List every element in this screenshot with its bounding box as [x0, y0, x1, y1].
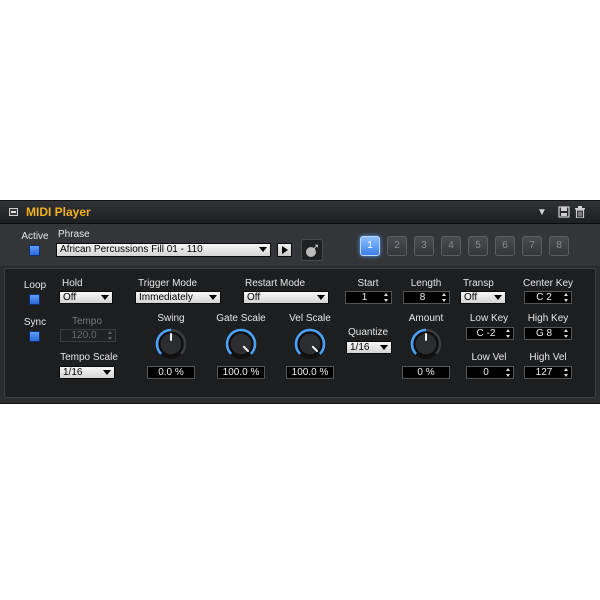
- loop-label: Loop: [23, 280, 47, 291]
- panel-title: MIDI Player: [26, 205, 91, 219]
- quantize-dropdown[interactable]: 1/16: [346, 341, 392, 354]
- trigger-mode-dropdown[interactable]: Immediately: [135, 291, 221, 304]
- slot-button-4[interactable]: 4: [441, 236, 461, 256]
- stepper-arrows-icon: [564, 368, 569, 377]
- chevron-down-icon: [380, 345, 388, 350]
- low-key-value: C -2: [476, 328, 496, 339]
- low-vel-value: 0: [483, 367, 489, 378]
- low-vel-label: Low Vel: [471, 352, 507, 363]
- high-key-value: G 8: [535, 328, 553, 339]
- quantize-label: Quantize: [347, 327, 389, 338]
- stepper-arrows-icon: [506, 329, 511, 338]
- chevron-down-icon: [103, 370, 111, 375]
- stepper-arrows-icon: [564, 293, 569, 302]
- menu-dropdown-icon[interactable]: ▼: [537, 207, 547, 218]
- sync-label: Sync: [23, 317, 47, 328]
- phrase-label: Phrase: [58, 229, 90, 240]
- stepper-arrows-icon: [108, 331, 113, 340]
- chevron-down-icon: [259, 247, 267, 252]
- gate-scale-label: Gate Scale: [216, 313, 266, 324]
- restart-mode-dropdown[interactable]: Off: [243, 291, 329, 304]
- arrow-icon: ↗: [311, 242, 319, 252]
- slot-button-3[interactable]: 3: [414, 236, 434, 256]
- center-key-stepper[interactable]: C 2: [524, 291, 572, 304]
- stepper-arrows-icon: [384, 293, 389, 302]
- transp-dropdown[interactable]: Off: [460, 291, 506, 304]
- length-stepper[interactable]: 8: [403, 291, 450, 304]
- gate-scale-knob[interactable]: [225, 328, 257, 360]
- slot-button-5[interactable]: 5: [468, 236, 488, 256]
- slot-button-1[interactable]: 1: [360, 236, 380, 256]
- amount-label: Amount: [408, 313, 444, 324]
- slot-button-6[interactable]: 6: [495, 236, 515, 256]
- title-bar: MIDI Player ▼: [0, 201, 600, 224]
- high-key-label: High Key: [527, 313, 569, 324]
- chevron-down-icon: [209, 295, 217, 300]
- save-icon[interactable]: [558, 206, 570, 218]
- vel-scale-knob[interactable]: [294, 328, 326, 360]
- start-label: Start: [357, 278, 379, 289]
- center-key-label: Center Key: [522, 278, 574, 289]
- collapse-icon[interactable]: [9, 208, 18, 216]
- hold-dropdown[interactable]: Off: [59, 291, 113, 304]
- stepper-arrows-icon: [506, 368, 511, 377]
- high-vel-value: 127: [535, 367, 553, 378]
- active-label: Active: [21, 231, 49, 242]
- length-label: Length: [410, 278, 442, 289]
- length-value: 8: [419, 292, 426, 303]
- high-key-stepper[interactable]: G 8: [524, 327, 572, 340]
- preview-play-button[interactable]: [277, 243, 292, 257]
- phrase-value: African Percussions Fill 01 - 110: [60, 244, 203, 255]
- hold-value: Off: [63, 292, 77, 303]
- tempo-value: 120.0: [71, 330, 97, 341]
- hold-label: Hold: [62, 278, 83, 289]
- trigger-mode-value: Immediately: [139, 292, 193, 303]
- delete-icon[interactable]: [574, 206, 586, 218]
- loop-checkbox[interactable]: [29, 294, 40, 305]
- stepper-arrows-icon: [442, 293, 447, 302]
- vel-scale-label: Vel Scale: [289, 313, 331, 324]
- gate-scale-value[interactable]: 100.0 %: [217, 366, 265, 379]
- high-vel-stepper[interactable]: 127: [524, 366, 572, 379]
- low-vel-stepper[interactable]: 0: [466, 366, 514, 379]
- swing-knob[interactable]: [155, 328, 187, 360]
- active-checkbox[interactable]: [29, 245, 40, 256]
- swing-value[interactable]: 0.0 %: [147, 366, 195, 379]
- tempo-scale-label: Tempo Scale: [60, 352, 118, 363]
- slot-button-2[interactable]: 2: [387, 236, 407, 256]
- restart-mode-label: Restart Mode: [245, 278, 306, 289]
- phrase-dropdown[interactable]: African Percussions Fill 01 - 110: [56, 243, 271, 257]
- amount-value[interactable]: 0 %: [402, 366, 450, 379]
- high-vel-label: High Vel: [529, 352, 567, 363]
- tempo-label: Tempo: [71, 316, 103, 327]
- tempo-stepper: 120.0: [60, 329, 116, 342]
- restart-mode-value: Off: [247, 292, 261, 303]
- low-key-stepper[interactable]: C -2: [466, 327, 514, 340]
- low-key-label: Low Key: [469, 313, 509, 324]
- vel-scale-value[interactable]: 100.0 %: [286, 366, 334, 379]
- stepper-arrows-icon: [564, 329, 569, 338]
- trigger-mode-label: Trigger Mode: [138, 278, 198, 289]
- chevron-down-icon: [317, 295, 325, 300]
- tempo-scale-dropdown[interactable]: 1/16: [59, 366, 115, 379]
- chevron-down-icon: [101, 295, 109, 300]
- transp-value: Off: [464, 292, 478, 303]
- amount-knob[interactable]: [410, 328, 442, 360]
- midi-export-drag-button[interactable]: ↗: [301, 239, 323, 261]
- center-key-value: C 2: [536, 292, 552, 303]
- start-stepper[interactable]: 1: [345, 291, 392, 304]
- slot-button-8[interactable]: 8: [549, 236, 569, 256]
- quantize-value: 1/16: [350, 342, 370, 353]
- chevron-down-icon: [494, 295, 502, 300]
- slot-button-7[interactable]: 7: [522, 236, 542, 256]
- tempo-scale-value: 1/16: [63, 367, 83, 378]
- swing-label: Swing: [157, 313, 185, 324]
- sync-checkbox[interactable]: [29, 331, 40, 342]
- transp-label: Transp: [463, 278, 494, 289]
- play-icon: [282, 246, 288, 254]
- start-value: 1: [361, 292, 368, 303]
